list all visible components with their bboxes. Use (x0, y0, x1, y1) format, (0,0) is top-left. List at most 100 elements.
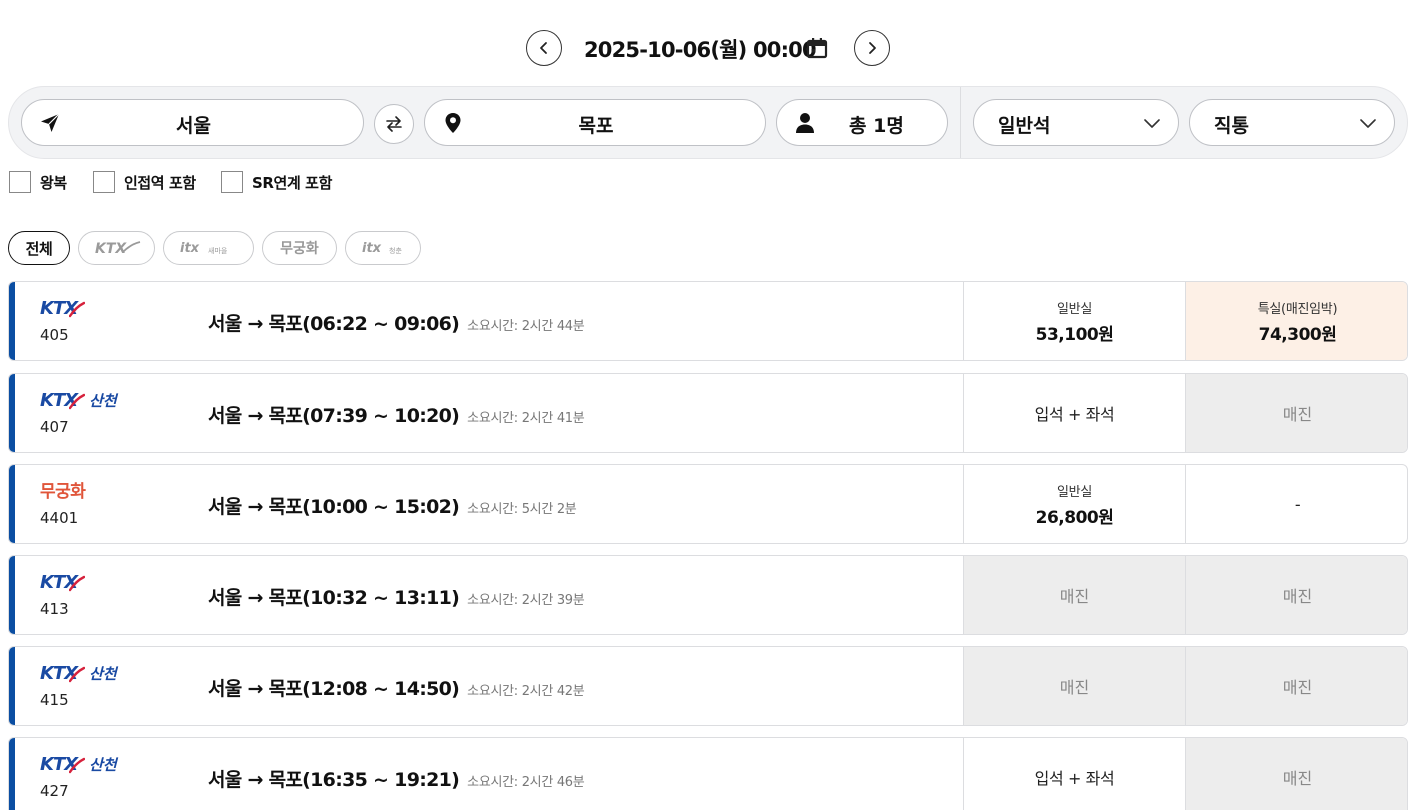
round-trip-label: 왕복 (40, 173, 67, 192)
train-route-time: 서울 → 목포(10:00 ~ 15:02) (208, 496, 460, 518)
train-row[interactable]: KTX 산천 415 서울 → 목포(12:08 ~ 14:50) 소요시간: 2시간 … (8, 646, 1408, 726)
next-date-button[interactable] (854, 30, 890, 66)
train-row[interactable]: KTX 405 서울 → 목포(06:22 ~ 09:06) 소요시간: 2시간 44… (8, 281, 1408, 361)
seat-class-label: 일반실 (1057, 301, 1092, 317)
train-row[interactable]: KTX 산천 427 서울 → 목포(16:35 ~ 19:21) 소요시간: 2시간 … (8, 737, 1408, 810)
train-route-time: 서울 → 목포(12:08 ~ 14:50) (208, 678, 460, 700)
train-brand-logo: KTX 산천 (40, 753, 117, 775)
origin-station-label: 서울 (176, 115, 211, 137)
travel-duration: 소요시간: 5시간 2분 (467, 502, 577, 517)
svg-text:itx: itx (362, 241, 382, 256)
train-brand-logo: KTX 산천 (40, 662, 117, 684)
prev-date-button[interactable] (526, 30, 562, 66)
person-icon (796, 113, 814, 133)
chevron-right-icon (869, 42, 876, 54)
travel-duration: 소요시간: 2시간 46분 (467, 775, 585, 790)
filter-all-label: 전체 (25, 239, 53, 258)
filter-itx-cheongchun-chip[interactable]: itx 청춘 (345, 231, 421, 265)
ktx-logo-icon: KTX (95, 241, 140, 256)
mugunghwa-logo: 무궁화 (40, 482, 86, 502)
row-accent-bar (9, 556, 15, 634)
seat-availability-text: - (1294, 494, 1301, 514)
route-type-value: 직통 (1214, 115, 1249, 137)
train-number: 413 (40, 600, 69, 618)
general-seat-cell[interactable]: 입석 + 좌석 (963, 738, 1185, 810)
train-route-info: 서울 → 목포(12:08 ~ 14:50) 소요시간: 2시간 42분 (208, 674, 585, 701)
special-seat-cell: 매진 (1185, 738, 1407, 810)
sold-out-label: 매진 (1282, 587, 1313, 606)
travel-duration: 소요시간: 2시간 39분 (467, 593, 585, 608)
train-brand-logo: KTX (40, 571, 86, 593)
destination-station-field[interactable]: 목포 (424, 99, 766, 146)
row-accent-bar (9, 465, 15, 543)
train-route-time: 서울 → 목포(10:32 ~ 13:11) (208, 587, 460, 609)
svg-text:청춘: 청춘 (389, 246, 402, 255)
train-route-time: 서울 → 목포(16:35 ~ 19:21) (208, 769, 460, 791)
chevron-down-icon (1144, 119, 1160, 128)
svg-text:KTX: KTX (95, 241, 127, 256)
checkbox-box[interactable] (93, 171, 115, 193)
filter-ktx-chip[interactable]: KTX (78, 231, 155, 265)
travel-duration: 소요시간: 2시간 42분 (467, 684, 585, 699)
swap-icon (386, 116, 402, 132)
filter-mugunghwa-label: 무궁화 (280, 241, 319, 257)
travel-duration: 소요시간: 2시간 44분 (467, 319, 585, 334)
swap-stations-button[interactable] (374, 104, 414, 144)
ktx-swoosh-icon (69, 301, 86, 318)
fare-price: 26,800원 (1035, 507, 1114, 528)
search-panel: 서울 목포 총 1명 일반석 직통 (8, 86, 1408, 159)
filter-all-chip[interactable]: 전체 (8, 231, 70, 265)
train-row[interactable]: KTX 산천 407 서울 → 목포(07:39 ~ 10:20) 소요시간: 2시간 … (8, 373, 1408, 453)
ktx-swoosh-icon (69, 393, 86, 410)
train-route-info: 서울 → 목포(10:32 ~ 13:11) 소요시간: 2시간 39분 (208, 583, 585, 610)
train-row[interactable]: 무궁화 4401 서울 → 목포(10:00 ~ 15:02) 소요시간: 5시간 2… (8, 464, 1408, 544)
train-number: 427 (40, 782, 69, 800)
origin-station-field[interactable]: 서울 (21, 99, 364, 146)
date-bar: 2025-10-06(월) 00:00 (0, 30, 1424, 66)
filter-mugunghwa-chip[interactable]: 무궁화 (262, 231, 337, 265)
train-number: 405 (40, 326, 69, 344)
checkbox-box[interactable] (9, 171, 31, 193)
train-route-time: 서울 → 목포(07:39 ~ 10:20) (208, 405, 460, 427)
special-seat-cell[interactable]: 특실(매진임박) 74,300원 (1185, 282, 1407, 360)
filter-itx-saemaeul-chip[interactable]: itx 새마을 (163, 231, 254, 265)
seat-class-value: 일반석 (998, 115, 1051, 137)
general-seat-cell[interactable]: 일반실 26,800원 (963, 465, 1185, 543)
sr-link-label: SR연계 포함 (252, 173, 332, 192)
seat-class-select[interactable]: 일반석 (973, 99, 1179, 146)
chevron-left-icon (540, 42, 547, 54)
search-divider (960, 87, 961, 158)
itx-saemaeul-logo-icon: itx 새마을 (180, 241, 228, 256)
ktx-swoosh-icon (69, 666, 86, 683)
sancheon-logo: 산천 (89, 756, 117, 774)
train-number: 415 (40, 691, 69, 709)
checkbox-box[interactable] (221, 171, 243, 193)
ktx-swoosh-icon (69, 757, 86, 774)
seat-class-label: 일반실 (1057, 484, 1092, 500)
fare-price: 53,100원 (1035, 324, 1114, 345)
train-route-time: 서울 → 목포(06:22 ~ 09:06) (208, 313, 460, 335)
sold-out-label: 매진 (1282, 678, 1313, 697)
train-brand-logo: KTX 산천 (40, 389, 117, 411)
train-brand-logo: KTX (40, 297, 86, 319)
train-row[interactable]: KTX 413 서울 → 목포(10:32 ~ 13:11) 소요시간: 2시간 39… (8, 555, 1408, 635)
row-accent-bar (9, 374, 15, 452)
general-seat-cell[interactable]: 입석 + 좌석 (963, 374, 1185, 452)
nearby-station-checkbox[interactable]: 인접역 포함 (93, 171, 196, 193)
calendar-icon[interactable] (806, 37, 828, 59)
train-route-info: 서울 → 목포(07:39 ~ 10:20) 소요시간: 2시간 41분 (208, 401, 585, 428)
special-seat-cell: 매진 (1185, 374, 1407, 452)
general-seat-cell[interactable]: 일반실 53,100원 (963, 282, 1185, 360)
row-accent-bar (9, 738, 15, 810)
fare-price: 74,300원 (1258, 324, 1337, 345)
route-type-select[interactable]: 직통 (1189, 99, 1395, 146)
train-route-info: 서울 → 목포(10:00 ~ 15:02) 소요시간: 5시간 2분 (208, 492, 577, 519)
sold-out-label: 매진 (1282, 769, 1313, 788)
round-trip-checkbox[interactable]: 왕복 (9, 171, 67, 193)
general-seat-cell: 매진 (963, 556, 1185, 634)
general-seat-cell: 매진 (963, 647, 1185, 725)
passenger-count-field[interactable]: 총 1명 (776, 99, 948, 146)
row-accent-bar (9, 647, 15, 725)
train-brand-logo: 무궁화 (40, 480, 86, 502)
sr-link-checkbox[interactable]: SR연계 포함 (221, 171, 332, 193)
